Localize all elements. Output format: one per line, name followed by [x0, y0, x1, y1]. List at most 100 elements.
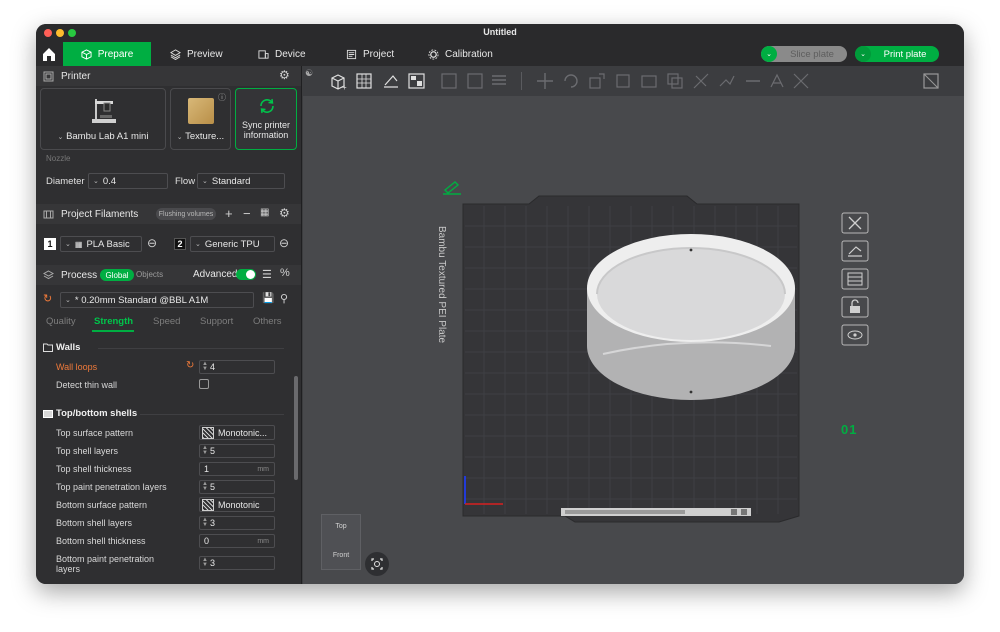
- measure-icon[interactable]: [791, 71, 811, 91]
- bottom-surface-pattern-select[interactable]: Monotonic: [199, 497, 275, 512]
- process-preset-select[interactable]: ⌄ * 0.20mm Standard @BBL A1M: [60, 292, 254, 308]
- cut-icon[interactable]: [639, 71, 659, 91]
- collapse-sidebar-icon[interactable]: ☯: [305, 68, 313, 79]
- delete-plate-icon[interactable]: [841, 212, 869, 234]
- filament-1-edit-icon[interactable]: ⊖: [147, 236, 157, 250]
- plate-type-selector[interactable]: ⓘ ⌄ Texture...: [170, 88, 231, 150]
- tab-quality[interactable]: Quality: [46, 316, 76, 327]
- split-objects-icon[interactable]: [439, 71, 459, 91]
- stepper-arrows-icon[interactable]: ▲ ▼: [200, 361, 210, 372]
- seam-paint-icon[interactable]: [717, 71, 737, 91]
- tab-others[interactable]: Others: [253, 316, 282, 327]
- advanced-label: Advanced: [193, 269, 238, 280]
- add-filament-plus-icon[interactable]: +: [225, 206, 233, 221]
- save-preset-icon[interactable]: 💾: [262, 293, 274, 304]
- stepper-arrows-icon[interactable]: ▲ ▼: [200, 481, 210, 492]
- tab-strength[interactable]: Strength: [94, 316, 133, 327]
- active-tab-indicator: [92, 330, 134, 332]
- tab-calibration[interactable]: Calibration: [416, 42, 505, 66]
- top-paint-penetration-label: Top paint penetration layers: [56, 482, 167, 492]
- tab-project[interactable]: Project: [334, 42, 406, 66]
- sync-ams-icon[interactable]: ▦: [260, 207, 269, 218]
- plate-number-badge[interactable]: 01: [841, 422, 857, 437]
- reset-value-icon[interactable]: ↻: [186, 360, 194, 371]
- stepper-arrows-icon[interactable]: ▲ ▼: [200, 557, 210, 568]
- add-plate-icon[interactable]: [355, 71, 375, 91]
- viewport-toolbar: ☯ +: [303, 66, 964, 96]
- stepper-arrows-icon[interactable]: ▲ ▼: [200, 517, 210, 528]
- fuzzy-skin-icon[interactable]: [743, 71, 763, 91]
- search-icon[interactable]: ⚲: [280, 292, 288, 305]
- rotate-icon[interactable]: [561, 71, 581, 91]
- printed-ring-model[interactable]: [587, 234, 795, 400]
- global-toggle[interactable]: Global: [100, 269, 134, 281]
- calibration-gear-icon: [428, 48, 439, 60]
- list-view-icon[interactable]: ☰: [262, 268, 272, 281]
- scale-icon[interactable]: [587, 71, 607, 91]
- top-shell-layers-input[interactable]: ▲ ▼ 5: [199, 444, 275, 458]
- top-shell-layers-value: 5: [210, 446, 216, 456]
- diameter-select[interactable]: ⌄ 0.4: [88, 173, 168, 189]
- bottom-shell-layers-input[interactable]: ▲ ▼ 3: [199, 516, 275, 530]
- auto-orient-icon[interactable]: [381, 71, 401, 91]
- tab-speed[interactable]: Speed: [153, 316, 180, 327]
- info-icon[interactable]: ⓘ: [218, 92, 226, 103]
- arrange-icon[interactable]: [407, 71, 427, 91]
- view-cube-top-label[interactable]: Top: [321, 523, 361, 530]
- print-plate-button[interactable]: ⌄ Print plate: [855, 46, 939, 62]
- compare-percent-icon[interactable]: %: [280, 267, 290, 279]
- layers-editing-icon[interactable]: [489, 71, 509, 91]
- remove-filament-minus-icon[interactable]: −: [243, 206, 251, 221]
- move-icon[interactable]: [535, 71, 555, 91]
- filament-2-edit-icon[interactable]: ⊖: [279, 236, 289, 250]
- plate-edit-pencil-icon[interactable]: [443, 181, 461, 195]
- bottom-shell-thickness-input[interactable]: 0 mm: [199, 534, 275, 548]
- sync-printer-button[interactable]: Sync printer information: [235, 88, 297, 150]
- objects-toggle[interactable]: Objects: [136, 270, 163, 279]
- flow-select[interactable]: ⌄ Standard: [197, 173, 285, 189]
- filament-2-select[interactable]: ⌄ Generic TPU: [190, 236, 275, 252]
- advanced-switch[interactable]: [236, 269, 256, 280]
- mesh-boolean-icon[interactable]: [665, 71, 685, 91]
- printer-settings-gear-icon[interactable]: ⚙: [279, 68, 290, 82]
- lay-on-face-icon[interactable]: [613, 71, 633, 91]
- filament-settings-gear-icon[interactable]: ⚙: [279, 206, 290, 220]
- print-dropdown-chevron-down-icon[interactable]: ⌄: [855, 46, 871, 62]
- tab-preview[interactable]: Preview: [158, 42, 235, 66]
- arrange-plate-icon[interactable]: [841, 268, 869, 290]
- wall-loops-input[interactable]: ▲ ▼ 4: [199, 360, 275, 374]
- sidebar-scrollbar[interactable]: [294, 376, 298, 480]
- support-paint-icon[interactable]: [691, 71, 711, 91]
- tab-support[interactable]: Support: [200, 316, 233, 327]
- view-options-icon[interactable]: [921, 71, 941, 91]
- split-parts-icon[interactable]: [465, 71, 485, 91]
- slice-dropdown-chevron-down-icon[interactable]: ⌄: [761, 46, 777, 62]
- orient-plate-icon[interactable]: [841, 240, 869, 262]
- toolbar-divider: [521, 72, 522, 90]
- stepper-arrows-icon[interactable]: ▲ ▼: [200, 445, 210, 456]
- add-object-icon[interactable]: +: [329, 71, 349, 91]
- plate-settings-eye-icon[interactable]: [841, 324, 869, 346]
- tab-label: Prepare: [97, 48, 134, 60]
- lock-plate-icon[interactable]: [841, 296, 869, 318]
- tab-prepare[interactable]: Prepare: [63, 42, 151, 66]
- flushing-volumes-button[interactable]: Flushing volumes: [156, 208, 216, 220]
- filament-1-select[interactable]: ⌄ ▦ PLA Basic: [60, 236, 142, 252]
- detect-thin-wall-checkbox[interactable]: [199, 379, 209, 389]
- text-shape-icon[interactable]: [767, 71, 787, 91]
- printer-model-selector[interactable]: ⌄ Bambu Lab A1 mini: [40, 88, 166, 150]
- filaments-section-header: Project Filaments Flushing volumes + − ▦…: [36, 204, 301, 224]
- home-icon[interactable]: [40, 45, 58, 63]
- top-surface-pattern-value: Monotonic...: [218, 427, 268, 438]
- preset-modified-reset-icon[interactable]: ↻: [43, 292, 52, 305]
- slice-plate-button[interactable]: ⌄ Slice plate: [761, 46, 847, 62]
- 3d-viewport[interactable]: ☯ + Bambu Textured PEI Plate 01 Top Fron…: [303, 66, 964, 584]
- tab-device[interactable]: Device: [246, 42, 318, 66]
- view-cube-front-label[interactable]: Front: [321, 552, 361, 559]
- bottom-paint-penetration-input[interactable]: ▲ ▼ 3: [199, 556, 275, 570]
- top-shell-thickness-input[interactable]: 1 mm: [199, 462, 275, 476]
- view-cube[interactable]: Top Front: [321, 514, 361, 570]
- fit-view-button[interactable]: [365, 552, 389, 576]
- top-paint-penetration-input[interactable]: ▲ ▼ 5: [199, 480, 275, 494]
- top-surface-pattern-select[interactable]: Monotonic...: [199, 425, 275, 440]
